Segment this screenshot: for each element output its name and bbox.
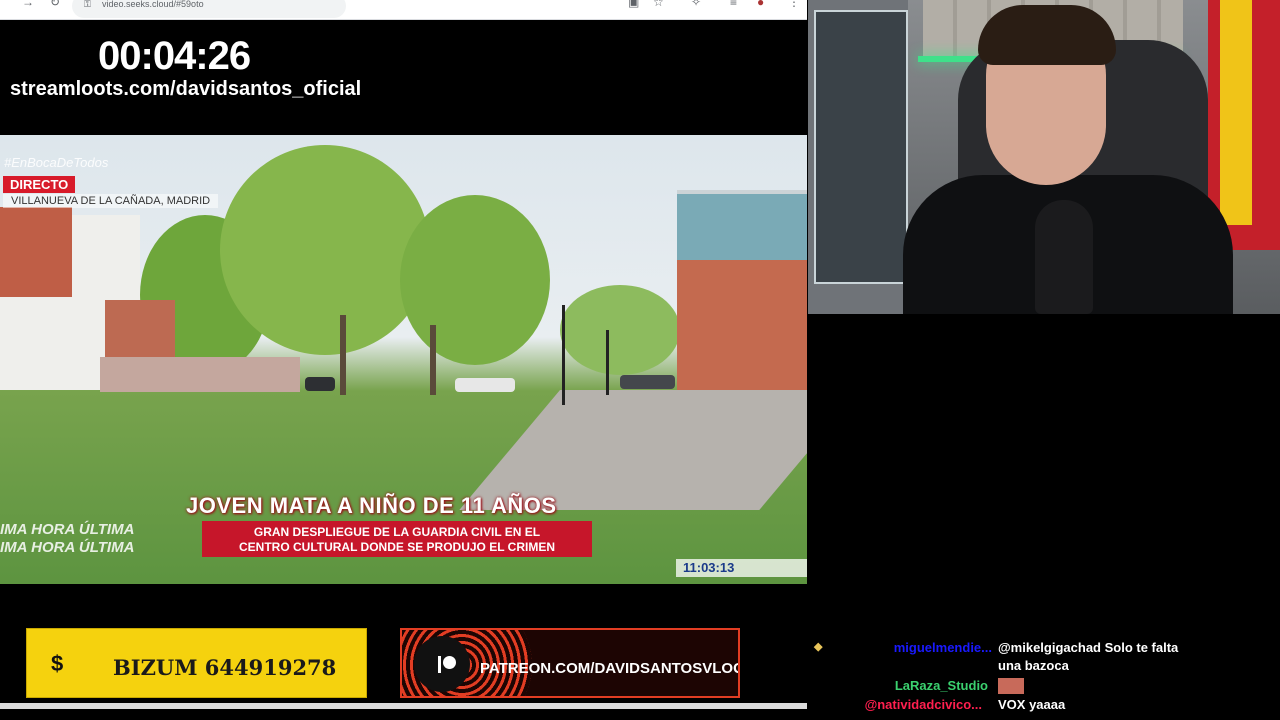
menu-icon[interactable]: ⋮ xyxy=(788,0,800,9)
display-cabinet xyxy=(814,10,908,284)
building xyxy=(0,207,72,297)
fence xyxy=(100,357,300,392)
chat-username[interactable]: LaRaza_Studio xyxy=(842,678,988,693)
site-info-icon[interactable]: ⚿ xyxy=(84,0,91,10)
dollar-icon: $ xyxy=(51,651,64,676)
car xyxy=(455,378,515,392)
tree xyxy=(220,145,430,355)
chat-message: LaRaza_Studio xyxy=(812,678,1272,698)
microphone xyxy=(1035,200,1093,314)
headline: JOVEN MATA A NIÑO DE 11 AÑOS xyxy=(186,493,557,518)
car xyxy=(305,377,335,391)
patreon-icon xyxy=(414,636,470,692)
chat-text: @mikelgigachad Solo te falta xyxy=(998,640,1179,655)
bizum-banner: $ BIZUM 644919278 xyxy=(26,628,367,698)
tree xyxy=(560,285,680,375)
url-text: video.seeks.cloud/#59oto xyxy=(102,0,204,9)
flag-stripe xyxy=(1220,0,1252,225)
live-badge: DIRECTO xyxy=(3,176,76,193)
news-video[interactable]: #EnBocaDeTodos DIRECTO VILLANUEVA DE LA … xyxy=(0,135,807,584)
badge-icon: ◆ xyxy=(814,641,823,653)
arrow-left-icon[interactable]: → xyxy=(22,0,34,9)
translate-icon[interactable]: ▣ xyxy=(628,0,639,9)
car xyxy=(620,375,675,389)
tree xyxy=(400,195,550,365)
puzzle-icon[interactable]: ✧ xyxy=(691,0,701,9)
reload-icon[interactable]: ↻ xyxy=(50,0,60,9)
media-icon[interactable]: ≡ xyxy=(730,0,737,9)
avatar[interactable]: ● xyxy=(757,0,764,9)
footpath xyxy=(459,390,807,510)
building xyxy=(677,190,807,269)
streamer-hair xyxy=(978,5,1116,65)
street-lamp xyxy=(562,305,565,405)
building xyxy=(677,260,807,395)
webcam-feed xyxy=(808,0,1280,314)
horizontal-scrollbar[interactable] xyxy=(0,703,807,709)
chat-message: ◆ miguelmendie... @mikelgigachad Solo te… xyxy=(812,640,1272,676)
location-label: VILLANUEVA DE LA CAÑADA, MADRID xyxy=(3,194,219,208)
star-icon[interactable]: ☆ xyxy=(653,0,664,9)
patreon-banner: PATREON.COM/DAVIDSANTOSVLOG xyxy=(400,628,740,698)
subheadline-line: CENTRO CULTURAL DONDE SE PRODUJO EL CRIM… xyxy=(238,540,556,554)
streamloots-url: streamloots.com/davidsantos_oficial xyxy=(10,78,362,100)
ticker-text: IMA HORA ÚLTIMA xyxy=(0,539,135,556)
tree-trunk xyxy=(430,325,436,395)
chat-username[interactable]: @natividadcivico... xyxy=(816,697,982,712)
patreon-text: PATREON.COM/DAVIDSANTOSVLOG xyxy=(480,660,740,677)
street-lamp xyxy=(606,330,609,395)
news-clock: 11:03:13 xyxy=(676,559,807,577)
tree-trunk xyxy=(340,315,346,395)
subheadline-box: GRAN DESPLIEGUE DE LA GUARDIA CIVIL EN E… xyxy=(202,521,592,557)
chat-text: una bazoca xyxy=(998,658,1069,673)
address-bar[interactable]: ⚿ video.seeks.cloud/#59oto xyxy=(72,0,346,18)
emote-icon xyxy=(998,678,1024,694)
ticker-text: IMA HORA ÚLTIMA xyxy=(0,521,135,538)
hashtag: #EnBocaDeTodos xyxy=(4,155,109,170)
stream-timer: 00:04:26 xyxy=(98,34,251,78)
chat-text: VOX yaaaa xyxy=(998,697,1066,712)
browser-toolbar: → ↻ ⚿ video.seeks.cloud/#59oto ▣ ☆ ✧ ≡ ●… xyxy=(0,0,807,20)
subheadline-line: GRAN DESPLIEGUE DE LA GUARDIA CIVIL EN E… xyxy=(253,525,541,539)
bizum-text: BIZUM 644919278 xyxy=(113,655,337,680)
chat-username[interactable]: miguelmendie... xyxy=(842,640,992,655)
chat-message: @natividadcivico... VOX yaaaa xyxy=(812,697,1272,717)
